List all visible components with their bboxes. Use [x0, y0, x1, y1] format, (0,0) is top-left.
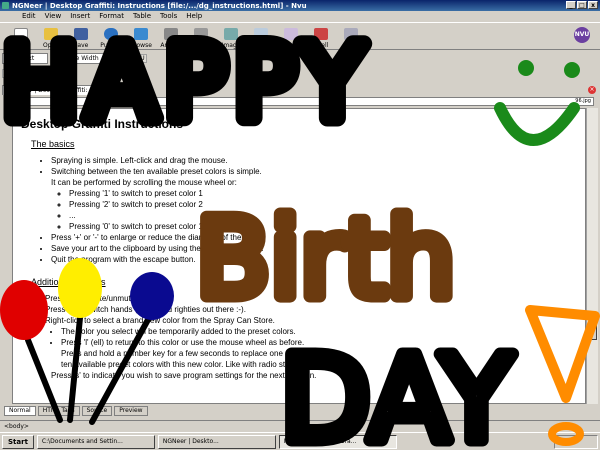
underline-button[interactable]: U	[138, 53, 147, 63]
align-center-button[interactable]: ≡	[15, 68, 24, 78]
align-left-button[interactable]: ≡	[2, 68, 11, 78]
toolbar-browse-button[interactable]: Browse	[128, 23, 154, 49]
taskbar-item-nvu[interactable]: NGNeer | Desktop Gra...	[278, 434, 397, 449]
list-item: The color you select will be temporarily…	[61, 326, 577, 337]
list-item: Save your art to the clipboard by using …	[51, 243, 577, 254]
toolbar-link-button[interactable]: Link	[188, 23, 214, 49]
list-item: ...	[69, 210, 577, 221]
menu-format[interactable]: Format	[99, 12, 124, 20]
window-title-bar: NGNeer | Desktop Graffiti: Instructions …	[0, 0, 600, 11]
edit-mode-tabs: Normal HTML Tags Source Preview	[4, 406, 564, 417]
document-tab-strip: NGNeer | Desktop Graffiti: Instructions …	[0, 84, 600, 96]
toolbar-spell-button[interactable]: Spell	[308, 23, 334, 49]
basics-list: Spraying is simple. Left-click and drag …	[51, 155, 577, 265]
toolbar-image-button[interactable]: Image	[218, 23, 244, 49]
final-list: Press 's' to indicate you wish to save p…	[51, 370, 577, 381]
new-file-icon	[14, 28, 28, 40]
tab-source[interactable]: Source	[81, 406, 113, 416]
font-select[interactable]: Variable Width	[52, 52, 108, 64]
toolbar-table-button[interactable]: Table	[248, 23, 274, 49]
form-icon	[284, 28, 298, 40]
close-button[interactable]: x	[588, 1, 598, 9]
toolbar-open-button[interactable]: Open	[38, 23, 64, 49]
list-item: Pressing '0' to switch to preset color 1…	[69, 221, 577, 232]
nvu-logo: NVU	[574, 27, 590, 43]
browser-icon	[134, 28, 148, 40]
tab-normal[interactable]: Normal	[4, 406, 36, 416]
basics-heading: The basics	[31, 139, 75, 149]
list-item: Pressing '2' to switch to preset color 2	[69, 199, 577, 210]
toolbar-new-button[interactable]: New	[8, 23, 34, 49]
menu-edit[interactable]: Edit	[22, 12, 36, 20]
tab-html-tags[interactable]: HTML Tags	[37, 406, 80, 416]
editor-content[interactable]: Desktop Graffiti Instructions The basics…	[12, 108, 586, 404]
printer-icon	[344, 28, 358, 40]
start-button[interactable]: Start	[2, 434, 34, 449]
window-controls: _ □ x	[566, 1, 598, 9]
close-tab-icon[interactable]: ×	[588, 86, 596, 94]
list-item: Switching between the ten available pres…	[51, 166, 577, 232]
document-tab[interactable]: NGNeer | Desktop Graffiti: Instructions	[2, 85, 132, 95]
list-item: Press '+' or '-' to enlarge or reduce th…	[51, 232, 577, 243]
tab-preview[interactable]: Preview	[114, 406, 148, 416]
menu-table[interactable]: Table	[133, 12, 151, 20]
list-item: Press 's' to indicate you wish to save p…	[51, 370, 577, 381]
spell-check-icon	[314, 28, 328, 40]
bold-button[interactable]: B	[112, 53, 121, 63]
menu-bar: Edit View Insert Format Table Tools Help	[0, 11, 600, 21]
text-line: Press 'm' to mute/unmute sound.	[45, 294, 162, 303]
toolbar-anchor-button[interactable]: Anchor	[158, 23, 184, 49]
list-item: Spraying is simple. Left-click and drag …	[51, 155, 577, 166]
image-icon	[224, 28, 238, 40]
taskbar-item-browser[interactable]: NGNeer | Deskto...	[157, 434, 276, 449]
format-toolbar-2: ≡ ≡ • 1	[0, 66, 600, 80]
format-toolbar: Body Text Variable Width B I U	[0, 51, 600, 65]
maximize-button[interactable]: □	[577, 1, 587, 9]
color-list: The color you select will be temporarily…	[61, 326, 577, 370]
additional-lines: Press 'm' to mute/unmute sound. Press 'h…	[45, 293, 577, 326]
url-field[interactable]: 96.jpg	[22, 97, 594, 106]
minimize-button[interactable]: _	[566, 1, 576, 9]
italic-button[interactable]: I	[125, 53, 134, 63]
nvu-app-icon	[2, 2, 9, 9]
list-item: Press 'l' (ell) to return to this color …	[61, 337, 577, 370]
anchor-icon	[164, 28, 178, 40]
menu-insert[interactable]: Insert	[70, 12, 90, 20]
numbered-list-button[interactable]: 1	[41, 68, 50, 78]
text-line: Press 'h' to switch hands (for all you r…	[45, 305, 246, 314]
menu-help[interactable]: Help	[186, 12, 202, 20]
composition-toolbar: New Open Save Publish Browse Anchor Link…	[0, 22, 600, 50]
scrollbar-thumb[interactable]	[588, 316, 597, 340]
toolbar-form-button[interactable]: Form	[278, 23, 304, 49]
doc-title: Desktop Graffiti Instructions	[21, 117, 184, 131]
folder-icon	[44, 28, 58, 40]
text-line: Right-click to select a brand new color …	[45, 316, 275, 325]
paragraph-style-select[interactable]: Body Text	[2, 52, 48, 64]
table-icon	[254, 28, 268, 40]
toolbar-save-button[interactable]: Save	[68, 23, 94, 49]
toolbar-publish-button[interactable]: Publish	[98, 23, 124, 49]
list-item: Pressing '1' to switch to preset color 1	[69, 188, 577, 199]
bullet-list-button[interactable]: •	[28, 68, 37, 78]
globe-icon	[104, 28, 118, 40]
link-icon	[194, 28, 208, 40]
toolbar-print-button[interactable]: Print	[338, 23, 364, 49]
disk-icon	[74, 28, 88, 40]
additional-heading: Additional features	[31, 277, 106, 287]
preset-list: Pressing '1' to switch to preset color 1…	[69, 188, 577, 232]
taskbar: Start C:\Documents and Settin... NGNeer …	[0, 432, 600, 450]
taskbar-item-explorer[interactable]: C:\Documents and Settin...	[36, 434, 155, 449]
menu-view[interactable]: View	[45, 12, 62, 20]
vertical-scrollbar[interactable]	[586, 108, 598, 404]
list-item: Quit the program with the escape button.	[51, 254, 577, 265]
status-bar: <body>	[0, 420, 600, 432]
system-tray	[554, 435, 598, 449]
window-title: NGNeer | Desktop Graffiti: Instructions …	[12, 1, 307, 10]
menu-tools[interactable]: Tools	[160, 12, 177, 20]
